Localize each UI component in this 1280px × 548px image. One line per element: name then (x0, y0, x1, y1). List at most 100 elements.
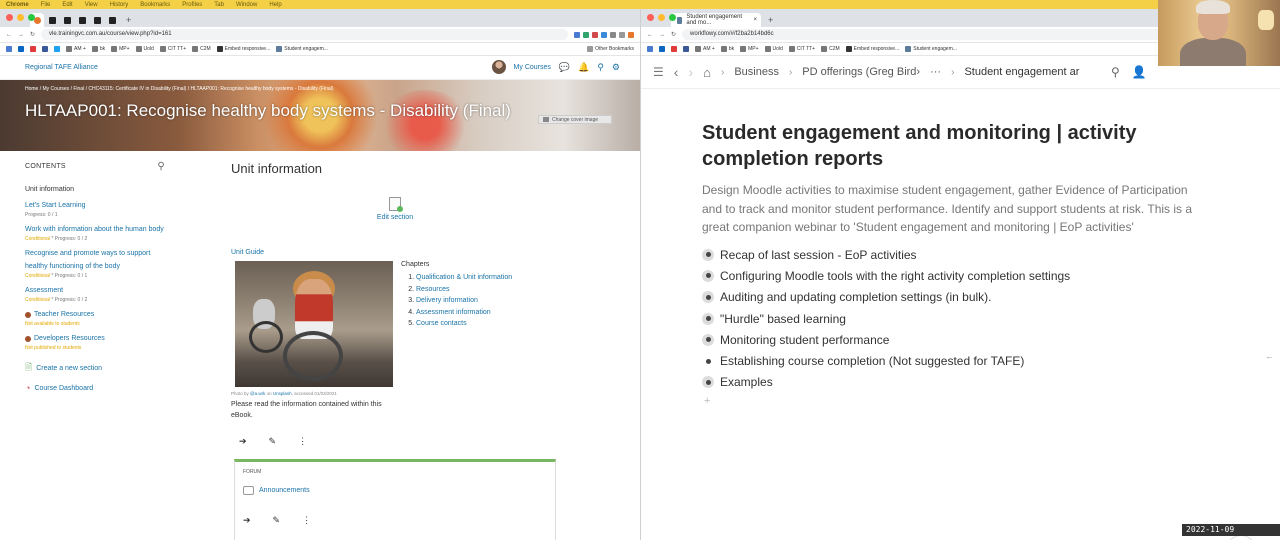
list-item[interactable]: Configuring Moodle tools with the right … (702, 265, 1202, 286)
bookmark-item[interactable]: Uold (135, 46, 154, 52)
list-item[interactable]: Auditing and updating completion setting… (702, 287, 1202, 308)
breadcrumb-item[interactable]: PD offerings (Greg Bird› (802, 66, 920, 78)
tab-pinned[interactable] (105, 13, 119, 27)
list-item[interactable]: Examples (702, 372, 1202, 393)
os-menu-item[interactable]: Window (236, 2, 257, 8)
photographer-link[interactable]: @a.wrk (250, 391, 265, 396)
my-courses-link[interactable]: My Courses (514, 64, 551, 71)
more-vertical-icon[interactable]: ⋮ (302, 515, 311, 526)
change-cover-image-button[interactable]: Change cover image (538, 115, 612, 124)
reload-icon[interactable]: ↻ (671, 31, 676, 38)
bookmark-item[interactable] (42, 46, 48, 52)
back-icon[interactable]: ‹ (674, 64, 679, 80)
url-input[interactable]: workflowy.com/#/f2ba2b14bd6c (682, 29, 1235, 40)
reload-icon[interactable]: ↻ (30, 31, 35, 38)
bookmark-item[interactable] (54, 46, 60, 52)
forward-icon[interactable]: → (659, 32, 665, 38)
unsplash-link[interactable]: Unsplash (273, 391, 292, 396)
forward-icon[interactable]: → (18, 32, 24, 38)
bookmark-item[interactable]: Uold (764, 46, 783, 52)
tab-pinned[interactable] (45, 13, 59, 27)
extension-icon[interactable] (583, 31, 589, 38)
bookmark-item[interactable] (659, 46, 665, 52)
forward-icon[interactable]: › (688, 64, 693, 80)
minimize-window-icon[interactable] (658, 14, 665, 21)
extension-icon[interactable] (628, 31, 634, 38)
add-item-icon[interactable]: + (704, 395, 1202, 407)
minimize-window-icon[interactable] (17, 14, 24, 21)
bullet-icon[interactable] (702, 355, 714, 367)
create-section-button[interactable]: 🗎 Create a new section (25, 360, 165, 376)
sidebar-item-link[interactable]: Developers Resources (34, 332, 105, 345)
bookmark-item[interactable]: CIT TT+ (159, 46, 186, 52)
collapsed-bullet-icon[interactable] (702, 248, 714, 261)
sidebar-item-link[interactable]: Work with information about the human bo… (25, 223, 165, 236)
bookmark-item[interactable]: MP+ (740, 46, 759, 52)
move-arrow-icon[interactable]: ➔ (243, 515, 251, 526)
move-arrow-icon[interactable]: ➔ (239, 436, 247, 447)
chapter-link[interactable]: Resources (416, 286, 449, 293)
bookmark-item[interactable]: bk (720, 46, 734, 52)
tab-pinned[interactable] (60, 13, 74, 27)
extension-icon[interactable] (592, 31, 598, 38)
search-icon[interactable]: ⚲ (157, 161, 165, 172)
tab-workflowy[interactable]: Student engagement and mo... × (671, 13, 761, 27)
bookmark-item[interactable]: AM + (695, 46, 715, 52)
os-menu-item[interactable]: File (41, 2, 51, 8)
bookmark-item[interactable]: CIT TT+ (788, 46, 815, 52)
bookmark-item[interactable]: C2M (821, 46, 840, 52)
os-menu-item[interactable]: History (110, 2, 129, 8)
bookmark-item[interactable]: bk (91, 46, 105, 52)
search-icon[interactable]: ⚲ (1111, 65, 1120, 79)
breadcrumb-item[interactable]: Business (734, 66, 779, 78)
close-window-icon[interactable] (647, 14, 654, 21)
os-menu-item[interactable]: Bookmarks (140, 2, 170, 8)
bookmark-item[interactable]: MP+ (111, 46, 130, 52)
hamburger-menu-icon[interactable]: ☰ (653, 65, 664, 79)
book-cover-image[interactable] (235, 261, 393, 387)
sidebar-item-link[interactable]: Let's Start Learning (25, 199, 165, 212)
bookmark-item[interactable]: C2M (192, 46, 211, 52)
page-note[interactable]: Design Moodle activities to maximise stu… (702, 181, 1202, 237)
bookmark-item[interactable]: Student engagem... (276, 46, 328, 52)
zoom-window-icon[interactable] (669, 14, 676, 21)
new-tab-icon[interactable]: + (768, 13, 773, 27)
arrow-left-icon[interactable]: ← (1265, 351, 1274, 361)
collapsed-bullet-icon[interactable] (702, 291, 714, 304)
list-item[interactable]: Establishing course completion (Not sugg… (702, 350, 1202, 371)
bookmark-item[interactable] (683, 46, 689, 52)
bookmark-item[interactable]: Student engagem... (905, 46, 957, 52)
url-input[interactable]: vle.trainingvc.com.au/course/view.php?id… (41, 29, 568, 40)
os-menu-item[interactable]: Tab (214, 2, 224, 8)
extension-icon[interactable] (610, 31, 616, 38)
sidebar-item-link[interactable]: Teacher Resources (34, 308, 94, 321)
pencil-icon[interactable]: ✎ (269, 436, 277, 447)
chapter-link[interactable]: Delivery information (416, 297, 478, 304)
zoom-window-icon[interactable] (28, 14, 35, 21)
bookmark-item[interactable] (6, 46, 12, 52)
collapsed-bullet-icon[interactable] (702, 269, 714, 282)
os-menu-item[interactable]: Chrome (6, 2, 29, 8)
list-item[interactable]: Recap of last session - EoP activities (702, 244, 1202, 265)
os-menu-item[interactable]: Help (269, 2, 281, 8)
back-icon[interactable]: ← (6, 32, 12, 38)
share-user-icon[interactable]: 👤 (1132, 65, 1147, 79)
os-menu-item[interactable]: View (85, 2, 98, 8)
tab-pinned[interactable] (75, 13, 89, 27)
unit-guide-link[interactable]: Unit Guide (231, 249, 264, 256)
chapter-link[interactable]: Course contacts (416, 320, 467, 327)
collapsed-bullet-icon[interactable] (702, 312, 714, 325)
tab-pinned[interactable] (90, 13, 104, 27)
edit-section-button[interactable]: Edit section (375, 197, 415, 221)
sidebar-item-link[interactable]: Assessment (25, 284, 165, 297)
back-icon[interactable]: ← (647, 32, 653, 38)
list-item[interactable]: Monitoring student performance (702, 329, 1202, 350)
bookmark-item[interactable] (30, 46, 36, 52)
collapsed-bullet-icon[interactable] (702, 376, 714, 389)
os-menu-item[interactable]: Edit (62, 2, 72, 8)
announcements-link[interactable]: Announcements (243, 486, 310, 495)
bookmark-item[interactable] (671, 46, 677, 52)
bookmark-item[interactable] (647, 46, 653, 52)
list-item[interactable]: "Hurdle" based learning (702, 308, 1202, 329)
collapsed-bullet-icon[interactable] (702, 333, 714, 346)
